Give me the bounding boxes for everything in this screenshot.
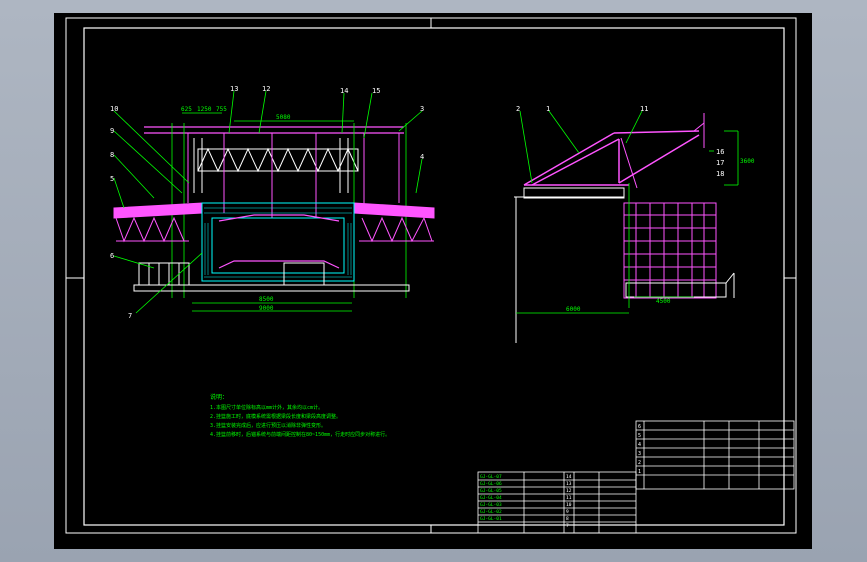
callout-front-13: 13 [230,85,238,93]
callout-front-4: 4 [420,153,424,161]
callout-side-2: 2 [516,105,520,113]
code-1: GJ-GL-07 [480,474,502,480]
code-5: GJ-GL-03 [480,502,502,508]
parts-list [635,420,795,490]
dim-side-4500: 4500 [656,298,671,305]
notes-line-2: 2.挂篮施工时，底模系统需根据梁段长度和梁段高度调整。 [210,413,341,420]
centering-marks [66,18,796,533]
title-row-7: 7 [566,523,569,529]
callout-side-17: 17 [716,159,724,167]
notes-line-1: 1.本图尺寸单位除标高以mm计外，其余均以cm计。 [210,404,323,411]
title-row-12: 12 [566,488,572,494]
code-3: GJ-GL-05 [480,488,502,494]
title-row-8: 8 [566,516,569,522]
dim-top-1: 625 [181,106,192,113]
code-4: GJ-GL-04 [480,495,502,501]
parts-row-6: 6 [638,424,641,430]
notes-header: 说明： [210,393,228,401]
title-block-codes: GJ-GL-07 GJ-GL-06 GJ-GL-05 GJ-GL-04 GJ-G… [480,474,572,529]
parts-row-4: 4 [638,442,641,448]
dim-top-2: 1250 [197,106,212,113]
title-row-13: 13 [566,481,572,487]
dim-side-height: 3600 [740,158,755,165]
callout-side-1: 1 [546,105,550,113]
callout-front-8: 8 [110,151,114,159]
front-view: 8500 9000 5080 625 1250 755 10 9 8 5 6 7… [110,85,435,320]
parts-row-1: 1 [638,469,641,475]
notes-block: 说明： 1.本图尺寸单位除标高以mm计外，其余均以cm计。 2.挂篮施工时，底模… [210,393,390,438]
callout-front-15: 15 [372,87,380,95]
parts-row-2: 2 [638,460,641,466]
callout-front-5: 5 [110,175,114,183]
parts-list-rows: 6 5 4 3 2 1 [638,424,641,475]
dim-front-8500: 8500 [259,296,274,303]
callout-side-11: 11 [640,105,648,113]
dim-side-6000: 6000 [566,306,581,313]
callout-side-18: 18 [716,170,724,178]
code-6: GJ-GL-02 [480,509,502,515]
cad-drawing: 8500 9000 5080 625 1250 755 10 9 8 5 6 7… [65,17,797,534]
parts-row-5: 5 [638,433,641,439]
callout-side-16: 16 [716,148,724,156]
callout-front-9: 9 [110,127,114,135]
title-row-9: 9 [566,509,569,515]
side-view: 6000 4500 3600 2 1 11 16 17 18 [514,105,755,343]
title-block [477,471,637,534]
dim-front-9000: 9000 [259,305,274,312]
callout-front-12: 12 [262,85,270,93]
callout-front-7: 7 [128,312,132,320]
notes-line-4: 4.挂篮前移时，后锚系统与前端间距控制在80~150mm，行走时应同步对称进行。 [210,431,390,438]
parts-row-3: 3 [638,451,641,457]
sheet-border [65,17,797,534]
title-row-14: 14 [566,474,572,480]
dim-top-3: 755 [216,106,227,113]
code-2: GJ-GL-06 [480,481,502,487]
dim-front-beam: 5080 [276,114,291,121]
callout-front-3: 3 [420,105,424,113]
cad-viewport[interactable]: 8500 9000 5080 625 1250 755 10 9 8 5 6 7… [54,13,812,549]
title-row-10: 10 [566,502,572,508]
title-row-11: 11 [566,495,572,501]
callout-front-6: 6 [110,252,114,260]
code-7: GJ-GL-01 [480,516,502,522]
notes-line-3: 3.挂篮安装完成后，应进行预压以消除非弹性变形。 [210,422,326,429]
callout-front-14: 14 [340,87,348,95]
callout-front-10: 10 [110,105,118,113]
